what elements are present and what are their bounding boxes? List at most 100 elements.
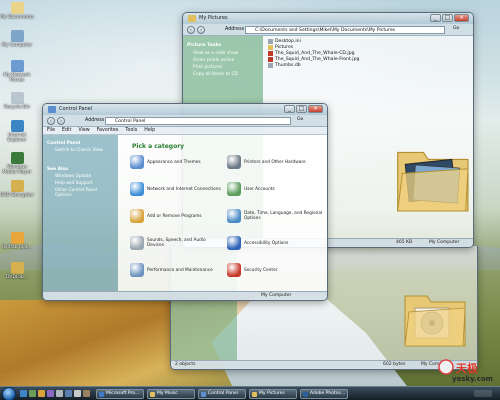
control-panel-status-bar: My Computer	[43, 291, 327, 300]
picture-task-link[interactable]: Order prints online	[193, 58, 259, 63]
desktop-icon-image	[10, 120, 24, 132]
maximize-button[interactable]: □	[296, 105, 307, 113]
menu-item-help[interactable]: Help	[144, 127, 155, 134]
desktop-icon[interactable]: My Computer	[0, 30, 34, 48]
file-list-item[interactable]: The_Squid_And_The_Whale-CD.jpg	[268, 51, 473, 56]
minimize-button[interactable]: _	[430, 14, 441, 22]
close-button[interactable]: ×	[454, 14, 469, 22]
quicklaunch-desktop-icon[interactable]	[29, 390, 36, 397]
music-folder-icon[interactable]	[401, 282, 471, 352]
taskbar-button-label: Adobe Photos...	[310, 391, 346, 396]
category-label: Sounds, Speech, and Audio Devices	[147, 238, 206, 248]
file-icon	[268, 51, 273, 56]
see-also-heading: See Also	[47, 167, 69, 172]
see-also-link[interactable]: Help and Support	[55, 181, 114, 186]
back-icon[interactable]: ‹	[47, 117, 55, 125]
folder-icon	[188, 15, 196, 22]
file-list-item[interactable]: Thumbs.db	[268, 63, 473, 68]
desktop-icon-image	[10, 92, 24, 104]
file-list-item[interactable]: Desktop.ini	[268, 39, 473, 44]
picture-task-link[interactable]: Copy all items to CD	[193, 72, 259, 77]
desktop-icon-image	[10, 262, 24, 274]
control-panel-address-bar: ‹ › Address Control Panel Go	[43, 115, 327, 127]
category-item[interactable]: Security Center	[227, 263, 327, 277]
desktop-icon[interactable]: DVDFab...	[0, 262, 34, 280]
my-pictures-titlebar[interactable]: My Pictures _ □ ×	[183, 13, 473, 24]
picture-task-link[interactable]: View as a slide show	[193, 51, 259, 56]
minimize-button[interactable]: _	[284, 105, 295, 113]
desktop-icon[interactable]: My Network Places	[0, 60, 34, 83]
category-icon	[227, 182, 241, 196]
desktop-icon-label: Windows Media Player	[2, 165, 32, 175]
pictures-folder-icon[interactable]	[393, 136, 474, 218]
close-button[interactable]: ×	[308, 105, 323, 113]
desktop-icon[interactable]: Windows Media Player	[0, 152, 34, 175]
taskbar-button-label: Control Panel	[208, 391, 238, 396]
switch-classic-view-link[interactable]: Switch to Classic View	[55, 148, 114, 153]
menu-item-file[interactable]: File	[47, 127, 55, 134]
category-item[interactable]: User Accounts	[227, 182, 327, 196]
file-list-item[interactable]: The_Squid_And_The_Whale-Front.jpg	[268, 57, 473, 62]
taskbar-button[interactable]: Control Panel	[198, 389, 246, 399]
forward-icon[interactable]: ›	[197, 26, 205, 34]
quicklaunch-app4-icon[interactable]	[83, 390, 90, 397]
control-panel-titlebar[interactable]: Control Panel _ □ ×	[43, 104, 327, 115]
control-panel-window[interactable]: Control Panel _ □ × ‹ › Address Control …	[42, 103, 328, 301]
desktop-icon-label: My Computer	[1, 43, 33, 48]
picture-task-link[interactable]: Print pictures	[193, 65, 259, 70]
category-icon	[227, 209, 241, 223]
file-list-item[interactable]: Pictures	[268, 45, 473, 50]
menu-item-tools[interactable]: Tools	[125, 127, 137, 134]
file-name: The_Squid_And_The_Whale-Front.jpg	[275, 57, 360, 62]
category-label: Accessibility Options	[244, 240, 289, 246]
category-item[interactable]: Performance and Maintenance	[130, 263, 222, 277]
file-icon	[268, 57, 273, 62]
category-label: Network and Internet Connections	[147, 186, 221, 192]
category-icon	[130, 155, 144, 169]
category-label: Add or Remove Programs	[147, 213, 202, 219]
quicklaunch-app-icon[interactable]	[56, 390, 63, 397]
category-item[interactable]: Accessibility Options	[227, 236, 327, 250]
start-button[interactable]	[2, 387, 16, 400]
desktop-icon-label: DVDFab...	[5, 275, 28, 280]
go-button[interactable]: Go	[297, 117, 303, 122]
menu-item-favorites[interactable]: Favorites	[97, 127, 119, 134]
quicklaunch-app3-icon[interactable]	[74, 390, 81, 397]
category-item[interactable]: Date, Time, Language, and Regional Optio…	[227, 209, 327, 223]
go-button[interactable]: Go	[453, 26, 459, 31]
address-field[interactable]: C:\Documents and Settings\Mikel\My Docum…	[245, 26, 445, 34]
taskbar-button-label: Microsoft Pro...	[106, 391, 140, 396]
taskbar-button[interactable]: Microsoft Pro...	[96, 389, 144, 399]
desktop-icon[interactable]: dvdfab plat...	[0, 232, 34, 250]
menu-item-edit[interactable]: Edit	[62, 127, 71, 134]
category-item[interactable]: Network and Internet Connections	[130, 182, 222, 196]
category-icon	[130, 263, 144, 277]
address-field[interactable]: Control Panel	[105, 117, 291, 125]
maximize-button[interactable]: □	[442, 14, 453, 22]
see-also-link[interactable]: Windows Update	[55, 174, 114, 179]
quicklaunch-media-icon[interactable]	[47, 390, 54, 397]
quicklaunch-ie-icon[interactable]	[20, 390, 27, 397]
taskbar-button[interactable]: My Pictures	[249, 389, 297, 399]
taskbar-button[interactable]: Adobe Photos...	[300, 389, 348, 399]
see-also-link[interactable]: Other Control Panel Options	[55, 188, 114, 198]
quicklaunch-app2-icon[interactable]	[65, 390, 72, 397]
category-item[interactable]: Add or Remove Programs	[130, 209, 222, 223]
category-item[interactable]: Printers and Other Hardware	[227, 155, 327, 169]
category-label: Performance and Maintenance	[147, 267, 213, 273]
back-icon[interactable]: ‹	[187, 26, 195, 34]
category-icon	[130, 182, 144, 196]
desktop-icon[interactable]: DVD Decrypter	[0, 180, 34, 198]
desktop-icon[interactable]: Recycle Bin	[0, 92, 34, 110]
quicklaunch-folder-icon[interactable]	[38, 390, 45, 397]
menu-item-view[interactable]: View	[78, 127, 89, 134]
desktop-icon[interactable]: Internet Explorer	[0, 120, 34, 143]
category-item[interactable]: Appearance and Themes	[130, 155, 222, 169]
category-item[interactable]: Sounds, Speech, and Audio Devices	[130, 236, 222, 250]
desktop-icon[interactable]: My Documents	[0, 2, 34, 20]
svg-text:yesky.com: yesky.com	[452, 375, 493, 383]
forward-icon[interactable]: ›	[57, 117, 65, 125]
system-tray[interactable]	[474, 390, 492, 397]
control-panel-icon	[48, 106, 56, 113]
taskbar-button[interactable]: My Music	[147, 389, 195, 399]
